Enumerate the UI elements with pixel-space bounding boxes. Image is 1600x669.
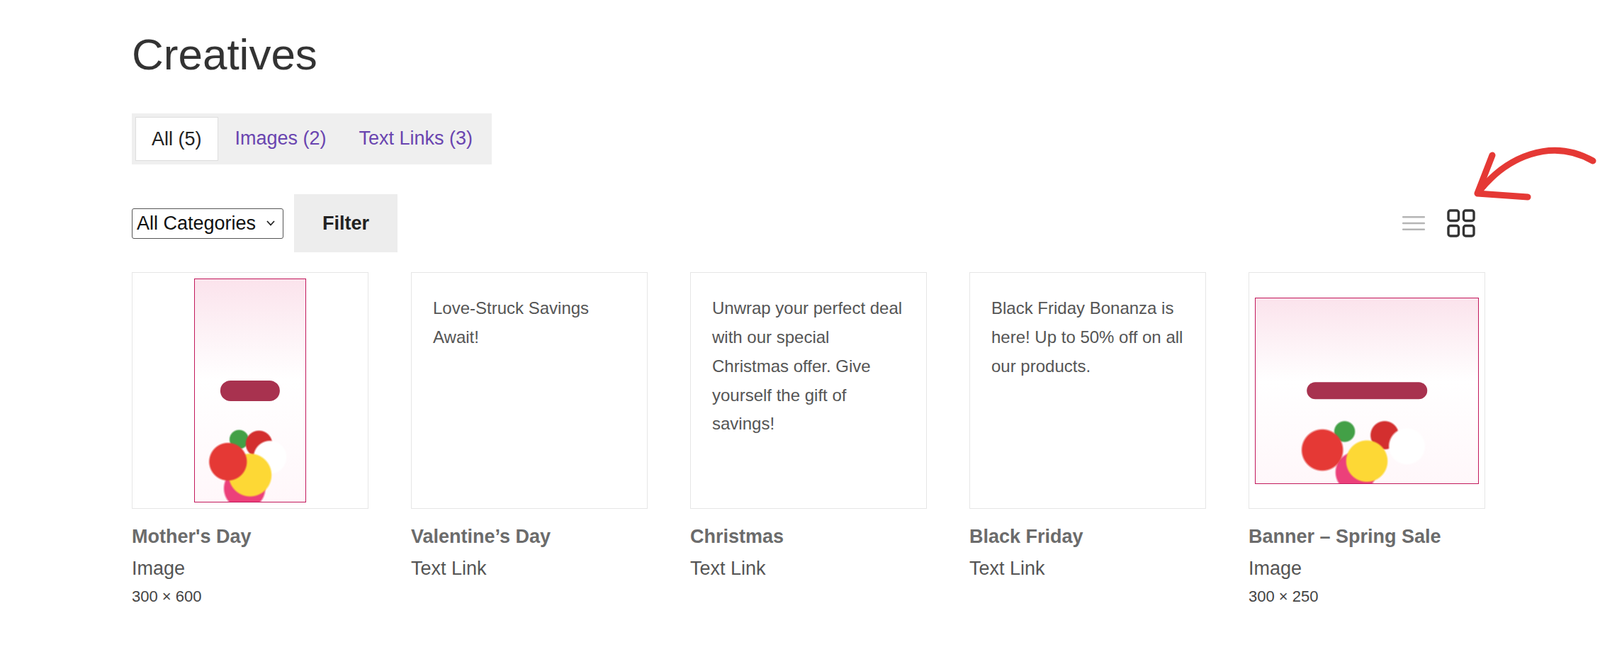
category-select[interactable]: All Categories: [131, 208, 284, 239]
text-link-copy: Love-Struck Savings Await!: [432, 294, 626, 353]
creative-name: Banner – Spring Sale: [1248, 524, 1486, 550]
list-view-icon[interactable]: [1401, 214, 1426, 232]
creative-image: [1254, 297, 1479, 484]
type-tab[interactable]: Images (2): [219, 116, 343, 161]
creative-item[interactable]: Black Friday Bonanza is here! Up to 50% …: [969, 272, 1207, 608]
creatives-page: Creatives All (5)Images (2)Text Links (3)…: [0, 0, 1600, 669]
annotation-arrow-icon: [1471, 138, 1599, 210]
filter-button[interactable]: Filter: [294, 194, 398, 253]
creative-item[interactable]: Banner – Spring Sale Image 300 × 250: [1248, 272, 1486, 608]
type-tab[interactable]: All (5): [135, 116, 219, 161]
creative-preview[interactable]: Love-Struck Savings Await!: [410, 272, 648, 509]
creative-image: [194, 278, 307, 503]
creative-type: Image: [1248, 556, 1486, 582]
creative-name: Valentine’s Day: [410, 524, 648, 550]
type-tab[interactable]: Text Links (3): [343, 116, 489, 161]
creative-name: Mother's Day: [131, 524, 369, 550]
banner-button-shape: [220, 380, 280, 401]
creative-name: Black Friday: [969, 524, 1207, 550]
creative-preview[interactable]: Unwrap your perfect deal with our specia…: [690, 272, 927, 509]
creative-type: Image: [131, 556, 369, 582]
chevron-down-icon: [265, 219, 276, 227]
filter-controls: All Categories Filter: [131, 194, 398, 253]
creative-preview[interactable]: [131, 272, 369, 509]
creative-item[interactable]: Love-Struck Savings Await! Valentine’s Da…: [410, 272, 648, 608]
creative-preview[interactable]: Black Friday Bonanza is here! Up to 50% …: [969, 272, 1207, 509]
creatives-grid: Mother's Day Image 300 × 600 Love-Struck Sa…: [131, 272, 1600, 608]
banner-button-shape: [1306, 382, 1428, 399]
creative-size: 300 × 600: [131, 586, 369, 608]
type-tabs: All (5)Images (2)Text Links (3): [131, 113, 492, 165]
creative-type: Text Link: [410, 556, 648, 582]
view-toggle: [1401, 209, 1476, 238]
creative-size: 300 × 250: [1248, 586, 1486, 608]
creative-type: Text Link: [969, 556, 1207, 582]
creative-preview[interactable]: [1248, 272, 1486, 509]
creative-item[interactable]: Mother's Day Image 300 × 600: [131, 272, 369, 608]
text-link-copy: Black Friday Bonanza is here! Up to 50% …: [991, 294, 1185, 381]
creative-item[interactable]: Unwrap your perfect deal with our specia…: [690, 272, 927, 608]
creative-type: Text Link: [690, 556, 927, 582]
page-title: Creatives: [131, 26, 1600, 83]
filter-row: All Categories Filter: [131, 194, 1486, 253]
grid-view-icon[interactable]: [1446, 209, 1476, 238]
creative-name: Christmas: [690, 524, 927, 550]
category-value: All Categories: [136, 212, 256, 235]
text-link-copy: Unwrap your perfect deal with our specia…: [712, 294, 905, 439]
